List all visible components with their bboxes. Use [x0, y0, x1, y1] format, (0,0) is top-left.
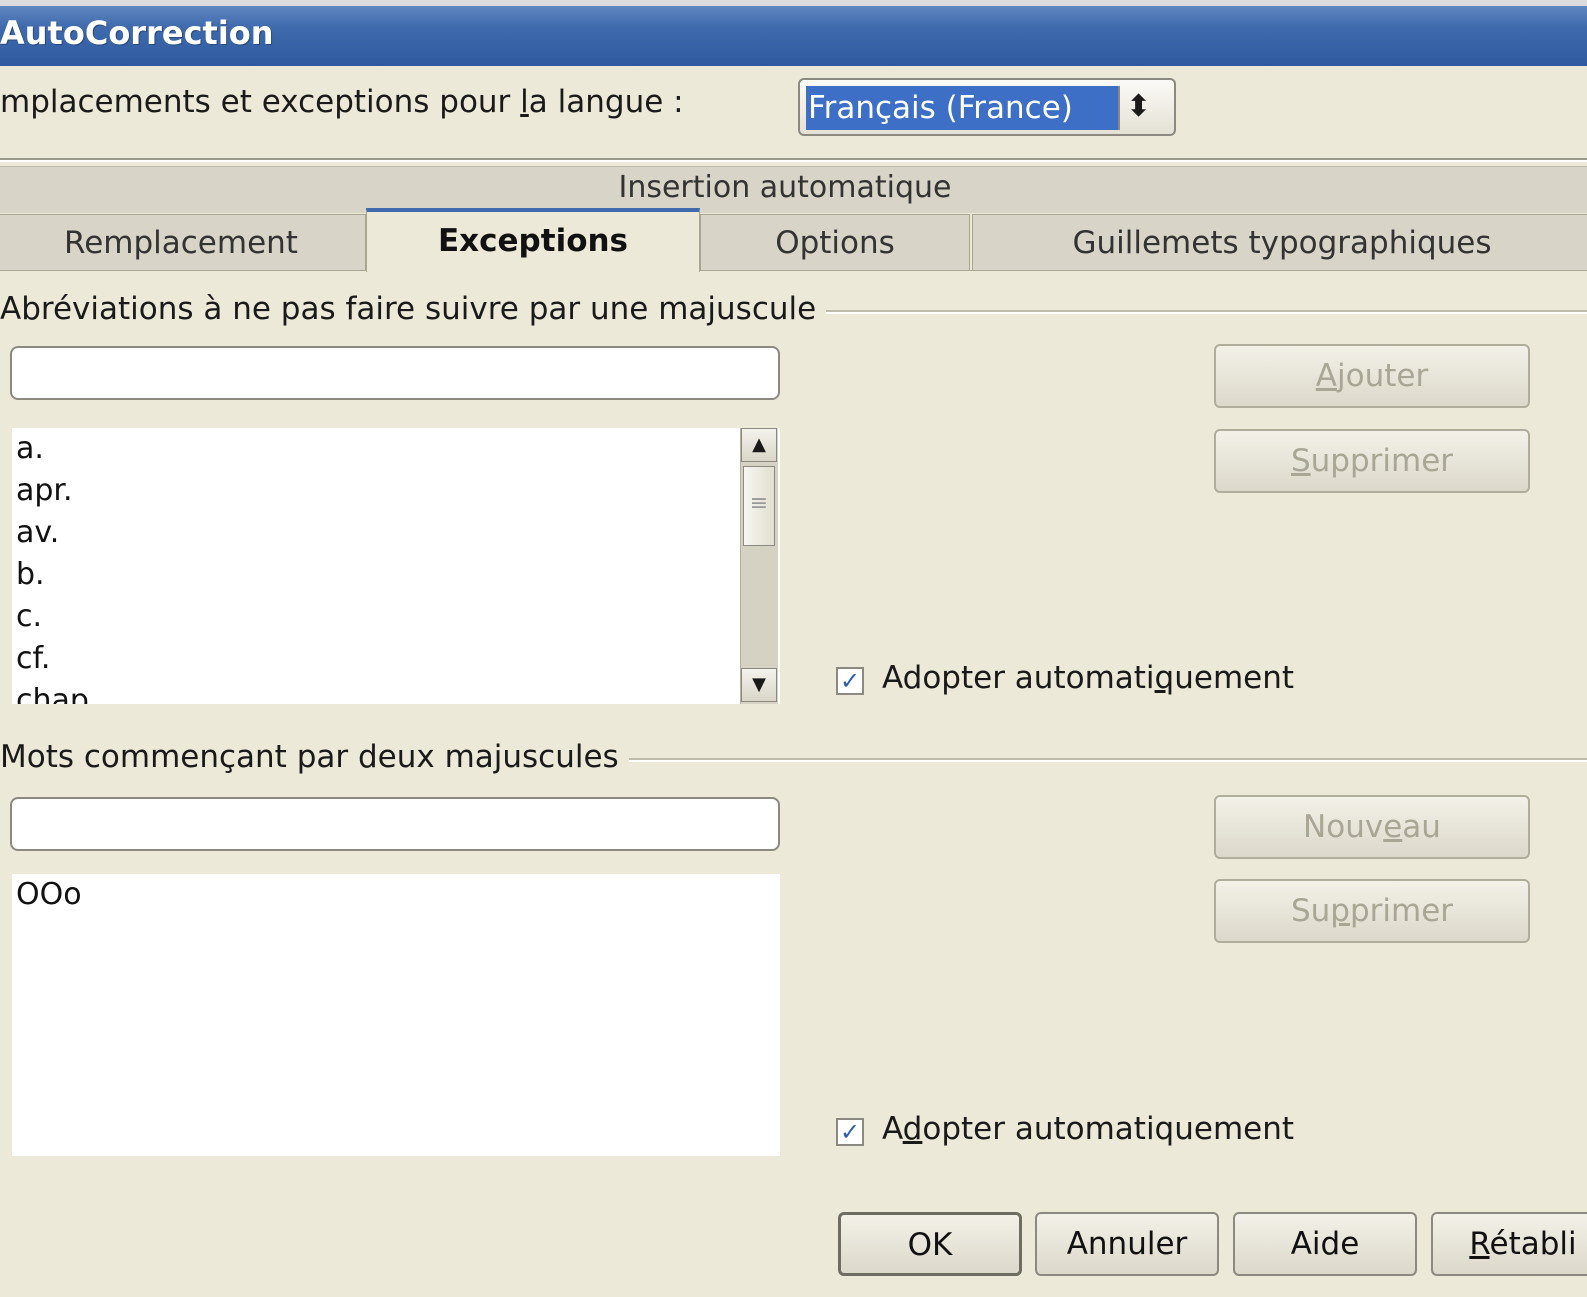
list-item[interactable]: chap.	[12, 680, 780, 704]
auto-adopt-double-capitals-checkbox[interactable]: ✓	[836, 1118, 864, 1146]
tab-remplacement[interactable]: Remplacement	[0, 214, 366, 270]
group-title: Insertion automatique	[618, 170, 952, 205]
abbreviations-scrollbar[interactable]: ▲ ≡ ▼	[740, 428, 778, 704]
cancel-button[interactable]: Annuler	[1035, 1212, 1219, 1276]
checkmark-icon: ✓	[839, 667, 861, 695]
auto-adopt-double-capitals-label: Adopter automatiquement	[882, 1111, 1295, 1147]
list-item[interactable]: c.	[12, 596, 780, 638]
ok-button[interactable]: OK	[838, 1212, 1022, 1276]
tab-baseline	[0, 270, 1587, 271]
auto-adopt-abbreviations-label: Adopter automatiquement	[882, 660, 1295, 696]
list-item[interactable]: av.	[12, 512, 780, 554]
list-item[interactable]: apr.	[12, 470, 780, 512]
checkmark-icon: ✓	[839, 1118, 861, 1146]
delete-abbreviation-button[interactable]: Supprimer	[1214, 429, 1530, 493]
tab-exceptions[interactable]: Exceptions	[366, 208, 700, 272]
language-label: mplacements et exceptions pour la langue…	[0, 84, 684, 120]
auto-adopt-abbreviations-checkbox[interactable]: ✓	[836, 667, 864, 695]
double-capitals-list[interactable]: OOo	[12, 874, 780, 1156]
delete-double-capital-button[interactable]: Supprimer	[1214, 879, 1530, 943]
language-select[interactable]: Français (France) ⬍	[798, 78, 1176, 136]
list-item[interactable]: b.	[12, 554, 780, 596]
tab-guillemets-typographiques[interactable]: Guillemets typographiques	[972, 214, 1587, 270]
window-title: AutoCorrection	[0, 14, 274, 52]
help-button[interactable]: Aide	[1233, 1212, 1417, 1276]
list-item[interactable]: OOo	[12, 874, 780, 916]
scroll-up-arrow-icon[interactable]: ▲	[741, 428, 777, 462]
double-capitals-input[interactable]	[10, 797, 780, 851]
scrollbar-thumb[interactable]: ≡	[743, 466, 775, 546]
tab-options[interactable]: Options	[700, 214, 970, 270]
scroll-down-arrow-icon[interactable]: ▼	[741, 668, 777, 702]
separator	[0, 158, 1587, 160]
new-button[interactable]: Nouveau	[1214, 795, 1530, 859]
select-separator	[1118, 86, 1120, 130]
list-item[interactable]: a.	[12, 428, 780, 470]
abbreviations-list[interactable]: a. apr. av. b. c. cf. chap.	[12, 428, 780, 704]
abbreviation-input[interactable]	[10, 346, 780, 400]
list-item[interactable]: cf.	[12, 638, 780, 680]
language-selected-value: Français (France)	[806, 86, 1118, 130]
double-capitals-section-label: Mots commençant par deux majuscules	[0, 739, 629, 775]
reset-button[interactable]: Rétabli	[1431, 1212, 1587, 1276]
up-down-arrows-icon: ⬍	[1126, 89, 1152, 124]
add-button[interactable]: Ajouter	[1214, 344, 1530, 408]
abbreviations-section-label: Abréviations à ne pas faire suivre par u…	[0, 291, 827, 327]
